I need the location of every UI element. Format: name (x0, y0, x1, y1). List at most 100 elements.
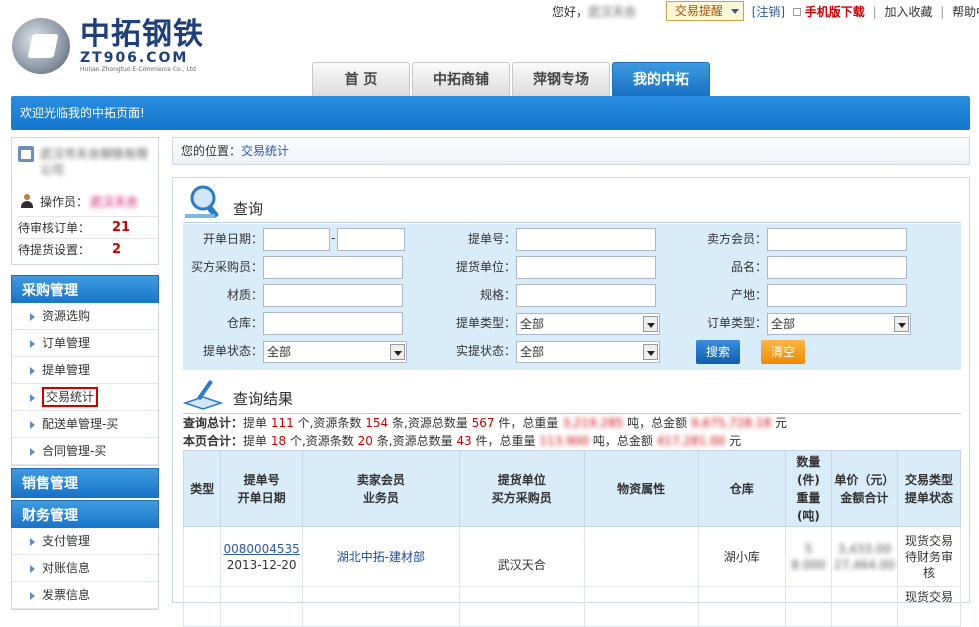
page-label-colon: ： (231, 434, 244, 448)
bill-no-input[interactable] (516, 228, 656, 251)
total-label: 查询总计 (183, 416, 232, 430)
actual-status-label: 实提状态： (455, 344, 516, 358)
menu-item-label: 配送单管理-买 (42, 417, 119, 431)
breadcrumb-current[interactable]: 交易统计 (241, 144, 289, 158)
tab-my-zhongtuo[interactable]: 我的中拓 (612, 62, 710, 96)
magnifier-icon (185, 185, 219, 218)
breadcrumb-prefix: 您的位置： (181, 144, 242, 158)
menu-item-resource[interactable]: 资源选购 (12, 303, 158, 330)
cell-bill (220, 586, 303, 627)
origin-input[interactable] (767, 284, 907, 307)
menu-item-label: 对账信息 (42, 561, 91, 575)
total-amount: 9,675,728.18 (690, 416, 772, 430)
actual-status-select[interactable]: 全部 (516, 341, 660, 363)
cell-warehouse: 湖小库 (697, 526, 786, 587)
menu-purchase-title[interactable]: 采购管理 (11, 275, 159, 305)
cell-qty: 5 8.000 (785, 526, 832, 587)
price-value: 3,433.00 (837, 541, 892, 556)
page-total-summary: 本页合计：提单 18 个,资源条数 20 条,资源总数量 43 件，总重量 11… (183, 433, 741, 449)
table-row[interactable]: 现货交易 (182, 586, 962, 627)
bill-date: 2013-12-20 (226, 557, 297, 572)
search-form: 开单日期： - 提单号： 卖方会员： 买方采购员： 提货单位： 品名： 材质： … (183, 224, 961, 370)
page-label: 本页合计 (183, 434, 232, 448)
seller-input[interactable] (767, 228, 907, 251)
col-header-attr: 物资属性 (583, 450, 699, 527)
pending-orders-row[interactable]: 待审核订单： 21 (18, 216, 158, 238)
menu-finance-title[interactable]: 财务管理 (11, 500, 159, 530)
bill-status-select[interactable]: 全部 (263, 341, 407, 363)
menu-item-contracts[interactable]: 合同管理-买 (12, 438, 158, 465)
separator: | (940, 5, 945, 19)
pending-pickup-count[interactable]: 2 (112, 239, 121, 261)
clear-button[interactable]: 清空 (761, 340, 805, 364)
menu-sales-title[interactable]: 销售管理 (11, 468, 159, 498)
cell-price: 3,433.00 27,464.00 (830, 526, 898, 587)
bill-type-label: 提单类型： (455, 316, 516, 330)
seller-name[interactable]: 湖北中拓-建材部 (337, 550, 425, 564)
help-link[interactable]: 帮助中心 (952, 0, 979, 24)
menu-item-invoice[interactable]: 发票信息 (12, 582, 158, 609)
menu-item-bills[interactable]: 提单管理 (12, 357, 158, 384)
cell-price (830, 586, 898, 627)
open-date-end-input[interactable] (337, 228, 405, 251)
chevron-down-icon (894, 316, 909, 332)
trade-remind-dropdown[interactable]: 交易提醒 (665, 1, 744, 21)
material-input[interactable] (263, 284, 403, 307)
tab-pinggang[interactable]: 萍钢专场 (512, 62, 610, 96)
buyer-input[interactable] (263, 256, 403, 279)
mobile-download-link[interactable]: 手机版下载 (805, 0, 865, 24)
pickup-unit-input[interactable] (516, 256, 656, 279)
pickup-unit-label: 提货单位： (455, 260, 516, 274)
total-quantity: 567 (471, 416, 495, 430)
user-name: 武汉天合 (588, 5, 637, 19)
cell-type (182, 526, 222, 587)
pending-pickup-row[interactable]: 待提货设置： 2 (18, 238, 158, 260)
summary-text: 件，总重量 (498, 416, 559, 430)
user-panel: 武汉市天合钢铁有限公司 操作员： 武汉天合 待审核订单： 21 待提货设置： 2 (11, 137, 159, 265)
order-type-select[interactable]: 全部 (767, 313, 911, 335)
chevron-down-icon (390, 344, 405, 360)
menu-item-delivery[interactable]: 配送单管理-买 (12, 411, 158, 438)
menu-item-orders[interactable]: 订单管理 (12, 330, 158, 357)
cell-type (182, 586, 222, 627)
menu-item-reconcile[interactable]: 对账信息 (12, 555, 158, 582)
trade-type: 现货交易 (904, 533, 953, 548)
open-date-label: 开单日期： (202, 232, 263, 246)
pending-orders-label: 待审核订单： (18, 221, 91, 235)
cell-trade-type: 现货交易 待财务审核 (896, 526, 962, 587)
search-button[interactable]: 搜索 (696, 340, 740, 364)
pending-orders-count[interactable]: 21 (112, 217, 130, 239)
table-row[interactable]: 0080004535 2013-12-20 湖北中拓-建材部 武汉天合 湖小库 5… (182, 526, 962, 587)
menu-item-trade-stats[interactable]: 交易统计 (12, 384, 158, 411)
site-logo[interactable]: 中拓钢铁 ZT906.COM Hunan Zhongtuo E-Commerce… (10, 16, 210, 76)
spec-input[interactable] (516, 284, 656, 307)
add-favorite-link[interactable]: 加入收藏 (884, 0, 932, 24)
company-icon (18, 146, 34, 162)
col-header-warehouse: 仓库 (697, 450, 786, 527)
summary-text: 提单 (243, 434, 268, 448)
open-date-start-input[interactable] (263, 228, 330, 251)
tab-home[interactable]: 首 页 (312, 62, 410, 96)
menu-item-label: 提单管理 (42, 363, 91, 377)
bill-status-value: 全部 (267, 345, 292, 359)
bill-no-label: 提单号： (467, 232, 516, 246)
cell-pickup: 武汉天合 (458, 526, 585, 587)
page-weight: 113.900 (539, 434, 589, 448)
menu-finance-list: 支付管理 对账信息 发票信息 (11, 528, 159, 610)
bill-no-link[interactable]: 0080004535 (223, 542, 299, 556)
product-name-input[interactable] (767, 256, 907, 279)
bill-type-select[interactable]: 全部 (516, 313, 660, 335)
separator: | (872, 5, 877, 19)
query-total-summary: 查询总计：提单 111 个,资源条数 154 条,资源总数量 567 件，总重量… (183, 415, 787, 431)
main-panel: 查询 开单日期： - 提单号： 卖方会员： 买方采购员： 提货单位： 品名： 材… (172, 177, 970, 627)
cell-warehouse (697, 586, 786, 627)
warehouse-input[interactable] (263, 312, 403, 335)
menu-item-payment[interactable]: 支付管理 (12, 528, 158, 555)
col-header-qty: 数量 (件) 重量 (吨) (785, 450, 832, 527)
logo-domain: ZT906.COM (80, 50, 189, 66)
trade-remind-label: 交易提醒 (674, 4, 723, 18)
tab-shops[interactable]: 中拓商铺 (412, 62, 510, 96)
bill-type-value: 全部 (520, 317, 545, 331)
logout-link[interactable]: [注销] (752, 0, 785, 24)
col-header-type: 类型 (182, 450, 222, 527)
